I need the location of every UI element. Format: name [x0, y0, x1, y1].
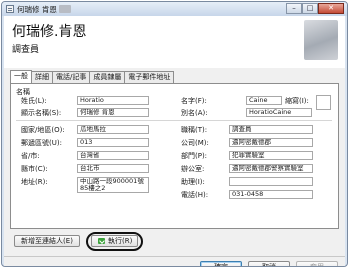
- section-divider: [16, 120, 332, 121]
- alias-field[interactable]: HoratioCaine: [246, 108, 312, 117]
- general-tab-panel: 名稱 姓氏(L): Horatio 名字(F): Caine 縮寫(I): 顯示…: [10, 83, 339, 229]
- run-button[interactable]: 執行(R): [91, 235, 138, 247]
- window-title: 何瑞修 肯恩: [17, 5, 57, 14]
- address-label: 地址(R):: [21, 178, 48, 186]
- state-field[interactable]: 台灣省: [77, 151, 149, 160]
- blurred-region: [59, 5, 71, 13]
- initials-box[interactable]: [316, 95, 331, 110]
- ok-button[interactable]: 確定: [200, 261, 242, 266]
- given-name-field[interactable]: Caine: [246, 96, 282, 105]
- display-name-label: 顯示名稱(S):: [21, 109, 62, 117]
- add-to-contacts-button[interactable]: 新增至連結人(E): [14, 235, 80, 247]
- title-bar: 何瑞修 肯恩 – □ ✕: [2, 2, 347, 16]
- city-field[interactable]: 台北市: [77, 164, 149, 173]
- country-label: 國家/地區(O):: [21, 126, 65, 134]
- phone-label: 電話(H):: [181, 191, 209, 199]
- tab-details[interactable]: 詳細: [31, 71, 53, 83]
- contact-name-heading: 何瑞修.肯恩: [12, 24, 87, 40]
- cancel-button[interactable]: 取消: [248, 261, 290, 266]
- maximize-button[interactable]: □: [302, 3, 318, 14]
- dialog-client-area: 何瑞修.肯恩 調查員 一般 詳細 電話/記事 成員隸屬 電子郵件地址 名稱 姓氏…: [4, 16, 345, 266]
- display-name-field[interactable]: 何瑞修 肯恩: [77, 108, 149, 117]
- assistant-field[interactable]: [229, 177, 313, 186]
- title-label: 職稱(T):: [181, 126, 208, 134]
- tab-email-addresses[interactable]: 電子郵件地址: [124, 71, 175, 83]
- city-label: 縣市(C):: [21, 165, 48, 173]
- department-label: 部門(P):: [181, 152, 208, 160]
- initials-label: 縮寫(I):: [285, 97, 309, 105]
- company-label: 公司(M):: [181, 139, 209, 147]
- phone-field[interactable]: 031-0458: [229, 190, 313, 199]
- surname-label: 姓氏(L):: [21, 97, 47, 105]
- postal-code-label: 郵遞區號(U):: [21, 139, 62, 147]
- alias-label: 別名(A):: [181, 109, 208, 117]
- apply-button[interactable]: 套用: [296, 261, 338, 266]
- close-button[interactable]: ✕: [318, 3, 344, 14]
- postal-code-field[interactable]: 013: [77, 138, 149, 147]
- window-controls: – □ ✕: [286, 3, 344, 14]
- title-field[interactable]: 調查員: [229, 125, 313, 134]
- tab-general[interactable]: 一般: [10, 70, 32, 83]
- tab-member-of[interactable]: 成員隸屬: [89, 71, 126, 83]
- address-field[interactable]: 中山路一段900001號85樓之2: [77, 177, 149, 193]
- office-label: 辦公室:: [181, 165, 205, 173]
- green-check-icon: [98, 238, 105, 244]
- office-field[interactable]: 邁阿密戴德郡警察實驗室: [229, 164, 313, 173]
- assistant-label: 助理(I):: [181, 178, 205, 186]
- footer-divider: [4, 256, 345, 257]
- run-button-label: 執行(R): [108, 237, 133, 245]
- contact-photo: [304, 20, 338, 60]
- tab-phone-notes[interactable]: 電話/記事: [52, 71, 91, 83]
- state-label: 省/市:: [21, 152, 40, 160]
- surname-field[interactable]: Horatio: [77, 96, 149, 105]
- tab-strip: 一般 詳細 電話/記事 成員隸屬 電子郵件地址: [10, 70, 175, 83]
- properties-window: 何瑞修 肯恩 – □ ✕ 何瑞修.肯恩 調查員 一般 詳細 電話/記事 成員隸屬…: [1, 1, 348, 267]
- contact-header: 何瑞修.肯恩 調查員: [4, 16, 345, 68]
- given-name-label: 名字(F):: [181, 97, 207, 105]
- country-field[interactable]: 瓜地馬拉: [77, 125, 149, 134]
- minimize-button[interactable]: –: [286, 3, 302, 14]
- department-field[interactable]: 犯罪實驗室: [229, 151, 313, 160]
- company-field[interactable]: 邁阿密戴德郡: [229, 138, 313, 147]
- address-card-icon: [6, 5, 14, 13]
- contact-job-title: 調查員: [12, 45, 40, 55]
